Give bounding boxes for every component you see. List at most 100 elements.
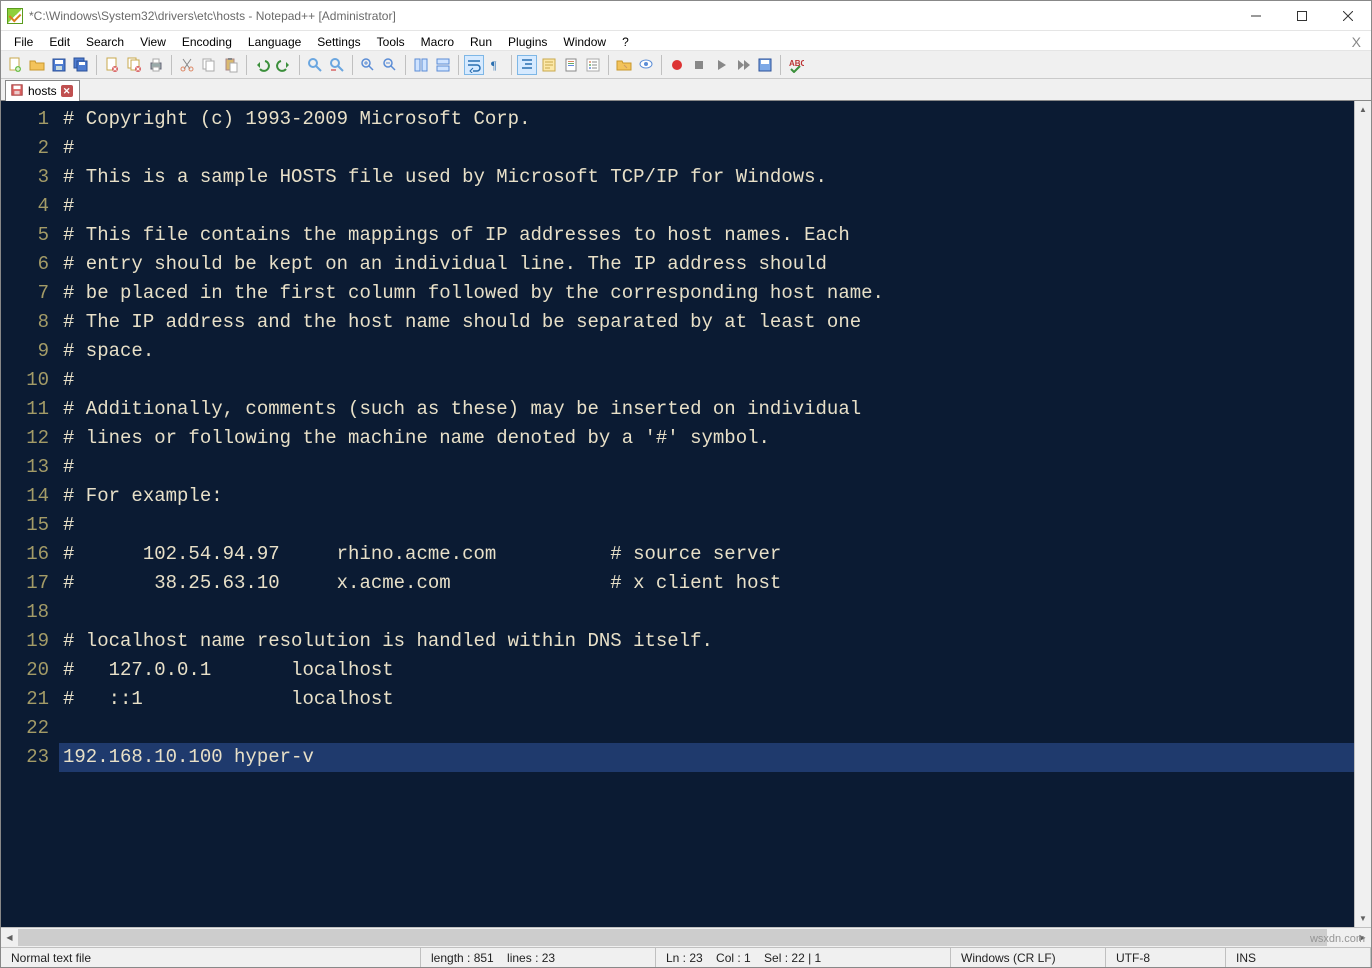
play-multi-icon[interactable]	[733, 55, 753, 75]
status-eol[interactable]: Windows (CR LF)	[951, 948, 1106, 967]
menu-encoding[interactable]: Encoding	[174, 31, 240, 50]
code-line[interactable]: #	[59, 453, 1371, 482]
monitor-icon[interactable]	[636, 55, 656, 75]
cut-icon[interactable]	[177, 55, 197, 75]
window-controls	[1233, 1, 1371, 31]
scroll-up-arrow[interactable]: ▲	[1355, 101, 1371, 118]
menu-search[interactable]: Search	[78, 31, 132, 50]
wordwrap-icon[interactable]	[464, 55, 484, 75]
scroll-down-arrow[interactable]: ▼	[1355, 910, 1371, 927]
zoom-in-icon[interactable]	[358, 55, 378, 75]
code-line[interactable]: #	[59, 511, 1371, 540]
paste-icon[interactable]	[221, 55, 241, 75]
code-line[interactable]: # 127.0.0.1 localhost	[59, 656, 1371, 685]
horizontal-scrollbar[interactable]: ◀ ▶	[1, 927, 1371, 947]
menubar: File Edit Search View Encoding Language …	[1, 31, 1371, 51]
menu-macro[interactable]: Macro	[413, 31, 462, 50]
code-line[interactable]: #	[59, 134, 1371, 163]
code-line[interactable]: # lines or following the machine name de…	[59, 424, 1371, 453]
save-macro-icon[interactable]	[755, 55, 775, 75]
show-all-chars-icon[interactable]: ¶	[486, 55, 506, 75]
indent-guide-icon[interactable]	[517, 55, 537, 75]
code-line[interactable]	[59, 714, 1371, 743]
new-file-icon[interactable]	[5, 55, 25, 75]
sync-hscroll-icon[interactable]	[433, 55, 453, 75]
code-line[interactable]: # This is a sample HOSTS file used by Mi…	[59, 163, 1371, 192]
zoom-out-icon[interactable]	[380, 55, 400, 75]
code-line[interactable]: # Copyright (c) 1993-2009 Microsoft Corp…	[59, 105, 1371, 134]
find-icon[interactable]	[305, 55, 325, 75]
menu-file[interactable]: File	[6, 31, 41, 50]
folder-workspace-icon[interactable]	[614, 55, 634, 75]
status-position: Ln : 23 Col : 1 Sel : 22 | 1	[656, 948, 951, 967]
tab-close-icon[interactable]: ✕	[61, 85, 73, 97]
copy-icon[interactable]	[199, 55, 219, 75]
menu-plugins[interactable]: Plugins	[500, 31, 555, 50]
code-line[interactable]: # 38.25.63.10 x.acme.com # x client host	[59, 569, 1371, 598]
svg-text:¶: ¶	[491, 58, 497, 72]
menu-tools[interactable]: Tools	[369, 31, 413, 50]
save-all-icon[interactable]	[71, 55, 91, 75]
status-encoding[interactable]: UTF-8	[1106, 948, 1226, 967]
menu-settings[interactable]: Settings	[309, 31, 368, 50]
sync-vscroll-icon[interactable]	[411, 55, 431, 75]
status-mode[interactable]: INS	[1226, 948, 1371, 967]
tabbar: hosts ✕	[1, 79, 1371, 101]
close-document-button[interactable]: X	[1342, 31, 1371, 50]
print-icon[interactable]	[146, 55, 166, 75]
line-number-gutter: 1234567891011121314151617181920212223	[1, 101, 59, 927]
code-line[interactable]: # entry should be kept on an individual …	[59, 250, 1371, 279]
svg-text:ABC: ABC	[789, 59, 804, 68]
menu-view[interactable]: View	[132, 31, 174, 50]
unsaved-indicator-icon	[10, 83, 24, 100]
titlebar: *C:\Windows\System32\drivers\etc\hosts -…	[1, 1, 1371, 31]
spellcheck-icon[interactable]: ABC	[786, 55, 806, 75]
record-macro-icon[interactable]	[667, 55, 687, 75]
code-line[interactable]: # space.	[59, 337, 1371, 366]
status-length: length : 851 lines : 23	[421, 948, 656, 967]
redo-icon[interactable]	[274, 55, 294, 75]
code-line[interactable]: #	[59, 366, 1371, 395]
save-icon[interactable]	[49, 55, 69, 75]
menu-window[interactable]: Window	[555, 31, 614, 50]
code-line[interactable]	[59, 598, 1371, 627]
function-list-icon[interactable]	[583, 55, 603, 75]
tab-hosts[interactable]: hosts ✕	[5, 80, 80, 101]
open-file-icon[interactable]	[27, 55, 47, 75]
toolbar: ¶ ABC	[1, 51, 1371, 79]
scroll-left-arrow[interactable]: ◀	[1, 929, 18, 946]
menu-language[interactable]: Language	[240, 31, 309, 50]
status-filetype: Normal text file	[1, 948, 421, 967]
menu-help[interactable]: ?	[614, 31, 637, 50]
app-icon	[7, 8, 23, 24]
statusbar: Normal text file length : 851 lines : 23…	[1, 947, 1371, 967]
close-all-icon[interactable]	[124, 55, 144, 75]
maximize-button[interactable]	[1279, 1, 1325, 31]
menu-edit[interactable]: Edit	[41, 31, 78, 50]
close-button[interactable]	[1325, 1, 1371, 31]
code-line[interactable]: # ::1 localhost	[59, 685, 1371, 714]
menu-run[interactable]: Run	[462, 31, 500, 50]
code-line[interactable]: # localhost name resolution is handled w…	[59, 627, 1371, 656]
code-line[interactable]: # 102.54.94.97 rhino.acme.com # source s…	[59, 540, 1371, 569]
undo-icon[interactable]	[252, 55, 272, 75]
code-area[interactable]: # Copyright (c) 1993-2009 Microsoft Corp…	[59, 101, 1371, 927]
replace-icon[interactable]	[327, 55, 347, 75]
doc-map-icon[interactable]	[561, 55, 581, 75]
stop-macro-icon[interactable]	[689, 55, 709, 75]
code-line[interactable]: # For example:	[59, 482, 1371, 511]
play-macro-icon[interactable]	[711, 55, 731, 75]
hscroll-thumb[interactable]	[18, 929, 1327, 946]
tab-label: hosts	[28, 84, 57, 98]
minimize-button[interactable]	[1233, 1, 1279, 31]
code-line[interactable]: # be placed in the first column followed…	[59, 279, 1371, 308]
code-line[interactable]: 192.168.10.100 hyper-v	[59, 743, 1371, 772]
code-line[interactable]: # Additionally, comments (such as these)…	[59, 395, 1371, 424]
close-file-icon[interactable]	[102, 55, 122, 75]
vertical-scrollbar[interactable]: ▲ ▼	[1354, 101, 1371, 927]
editor[interactable]: 1234567891011121314151617181920212223 # …	[1, 101, 1371, 927]
code-line[interactable]: # The IP address and the host name shoul…	[59, 308, 1371, 337]
code-line[interactable]: #	[59, 192, 1371, 221]
user-lang-icon[interactable]	[539, 55, 559, 75]
code-line[interactable]: # This file contains the mappings of IP …	[59, 221, 1371, 250]
